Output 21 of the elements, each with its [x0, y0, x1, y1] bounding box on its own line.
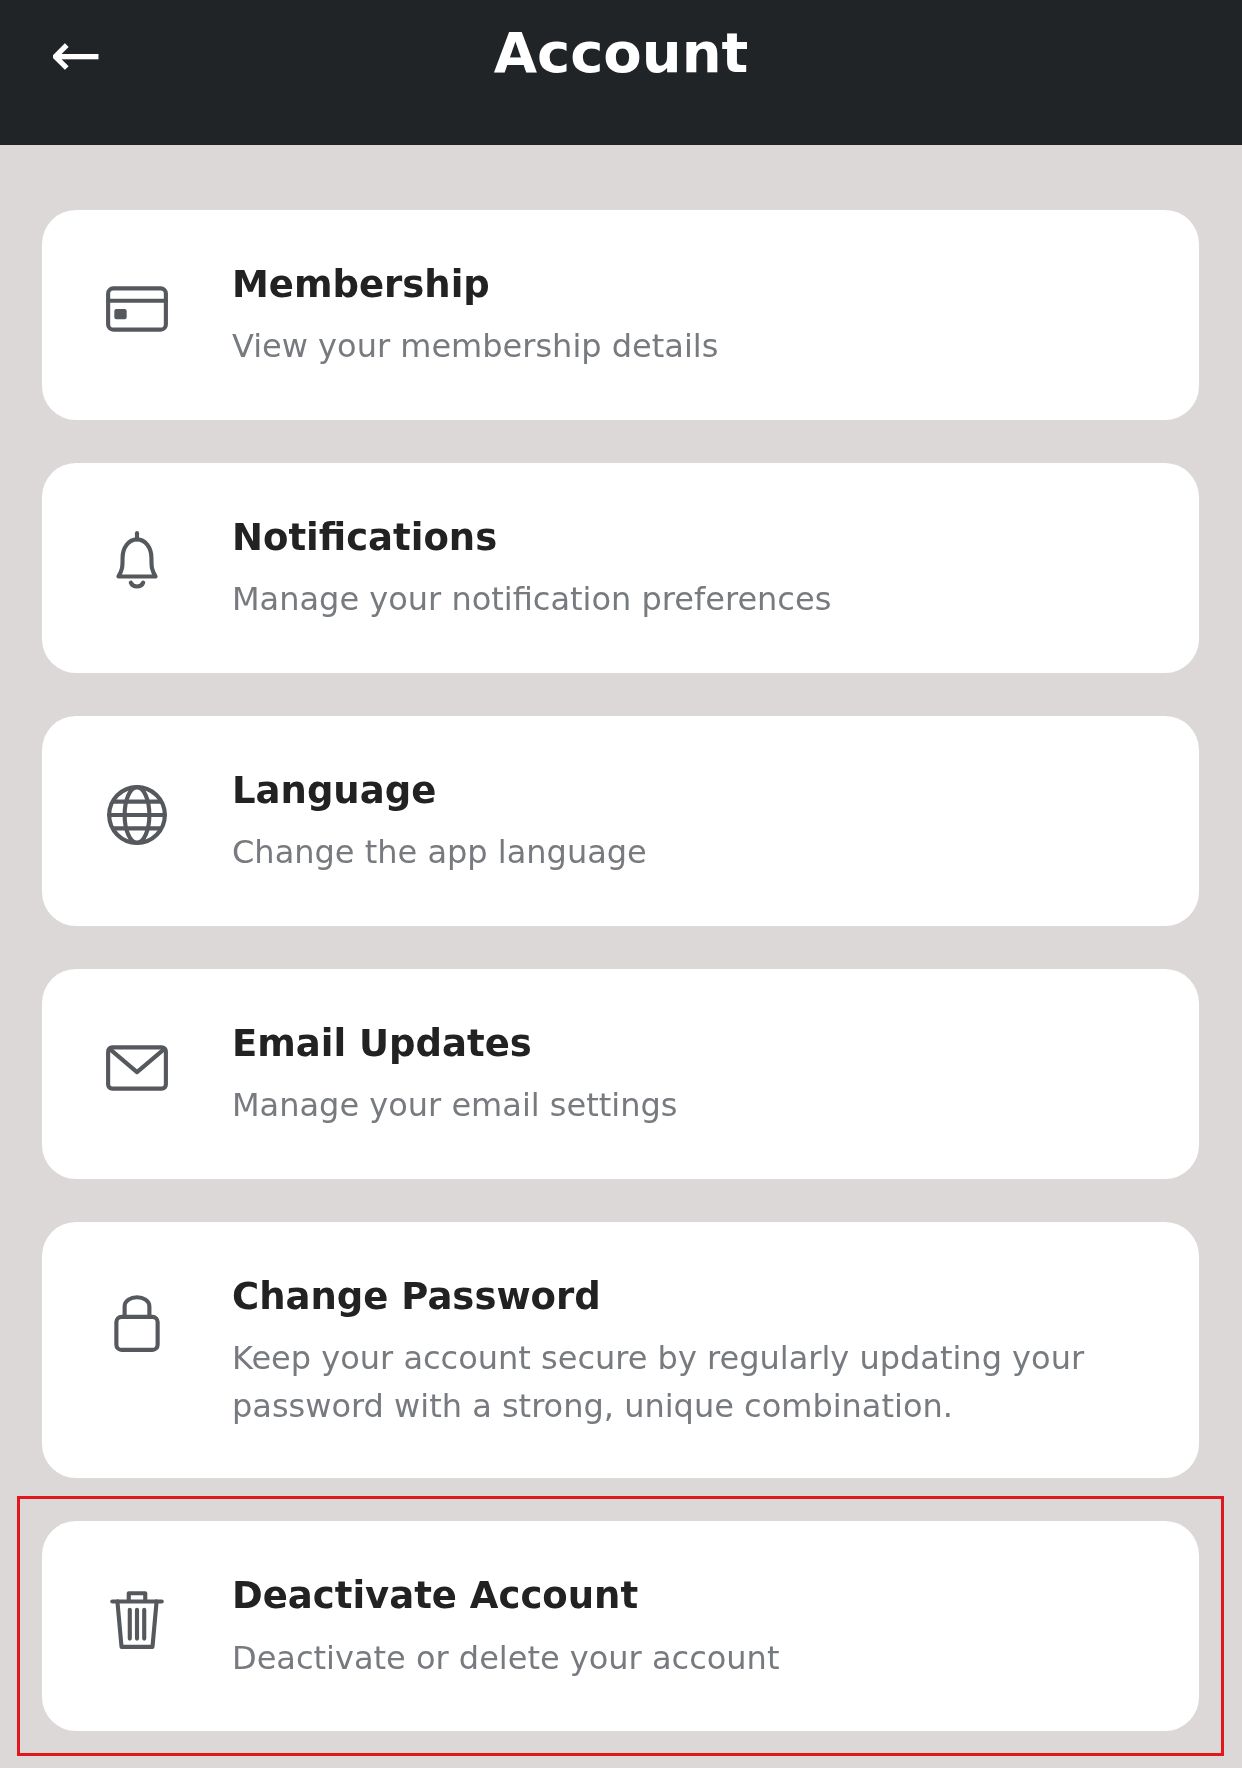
item-description: Keep your account secure by regularly updating your password with a strong, unique combination.	[232, 1338, 1086, 1428]
item-title: Email Updates	[232, 1021, 533, 1067]
page-title: Account	[493, 20, 749, 85]
settings-card[interactable]: Change Password Keep your account secure by regularly updating your password with a strong, unique combination.	[42, 1222, 1199, 1479]
item-description: Manage your email settings	[232, 1085, 678, 1127]
item-description: View your membership details	[232, 326, 719, 368]
globe-icon	[104, 782, 170, 848]
item-title: Membership	[232, 262, 491, 308]
settings-card[interactable]: Deactivate Account Deactivate or delete your account	[42, 1521, 1199, 1732]
item-description: Change the app language	[232, 832, 647, 874]
item-title: Language	[232, 768, 438, 814]
settings-card[interactable]: Membership View your membership details	[42, 210, 1199, 420]
item-description: Deactivate or delete your account	[232, 1637, 780, 1679]
back-button[interactable]: ←	[40, 24, 112, 86]
settings-card[interactable]: Notifications Manage your notification preferences	[42, 463, 1199, 673]
item-title: Deactivate Account	[232, 1573, 640, 1620]
settings-card[interactable]: Email Updates Manage your email settings	[42, 969, 1199, 1179]
item-title: Notifications	[232, 515, 499, 561]
settings-card[interactable]: Language Change the app language	[42, 716, 1199, 926]
item-title: Change Password	[232, 1274, 602, 1320]
item-description: Manage your notification preferences	[232, 579, 832, 621]
